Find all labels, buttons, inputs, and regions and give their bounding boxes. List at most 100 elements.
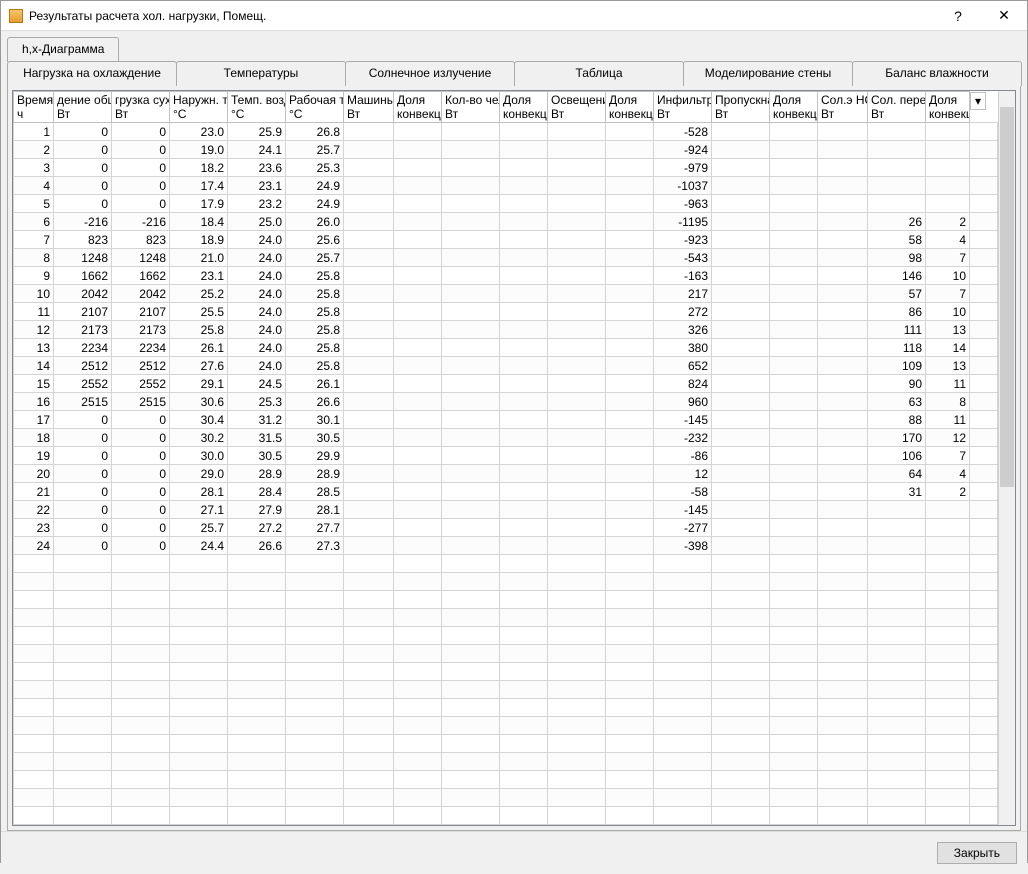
col-header[interactable]: Сол.э НСВт [818,92,868,123]
col-header[interactable]: Кол-во чел.Вт [442,92,500,123]
table-row[interactable]: 112107210725.524.025.82728610 [14,303,998,321]
table-row[interactable] [14,591,998,609]
cell [818,357,868,375]
tab-4[interactable]: Моделирование стены [683,61,853,86]
cell [500,195,548,213]
col-header[interactable]: Доляконвекц [606,92,654,123]
table-row[interactable] [14,735,998,753]
cell: 24.1 [228,141,286,159]
table-row[interactable]: 122173217325.824.025.832611113 [14,321,998,339]
col-header[interactable]: Наружн. те°C [170,92,228,123]
table-row[interactable] [14,717,998,735]
table-row[interactable]: 81248124821.024.025.7-543987 [14,249,998,267]
cell [500,141,548,159]
cell: -924 [654,141,712,159]
table-row[interactable] [14,789,998,807]
cell [442,357,500,375]
cell: 0 [112,429,170,447]
col-header[interactable]: МашиныВт [344,92,394,123]
tab-3[interactable]: Таблица [514,61,684,86]
cell [548,465,606,483]
help-button[interactable]: ? [935,1,981,31]
cell [770,411,818,429]
data-grid[interactable]: Времячдение общ.Втгрузка сух.ВтНаружн. т… [13,91,998,825]
col-header[interactable]: Доляконвекц [500,92,548,123]
table-row[interactable]: 142512251227.624.025.865210913 [14,357,998,375]
table-row[interactable]: 200029.028.928.912644 [14,465,998,483]
table-row[interactable] [14,627,998,645]
table-row[interactable]: 102042204225.224.025.8217577 [14,285,998,303]
close-button[interactable]: ✕ [981,1,1027,31]
cell [442,375,500,393]
cell: 24.0 [228,267,286,285]
table-row[interactable]: 180030.231.530.5-23217012 [14,429,998,447]
col-header[interactable]: дение общ.Вт [54,92,112,123]
cell: 11 [926,375,970,393]
cell [712,159,770,177]
cell [344,213,394,231]
table-row[interactable]: 91662166223.124.025.8-16314610 [14,267,998,285]
table-row[interactable] [14,555,998,573]
cell [818,123,868,141]
tab-2[interactable]: Солнечное излучение [345,61,515,86]
table-row[interactable]: 50017.923.224.9-963 [14,195,998,213]
cell: 30.2 [170,429,228,447]
table-row[interactable]: 162515251530.625.326.6960638 [14,393,998,411]
col-header[interactable]: ПропускнаВт [712,92,770,123]
close-dialog-button[interactable]: Закрыть [937,842,1017,864]
col-header[interactable]: Времяч [14,92,54,123]
col-header[interactable]: Темп. возд°C [228,92,286,123]
table-row[interactable]: 152552255229.124.526.18249011 [14,375,998,393]
col-header[interactable]: ИнфильтраВт [654,92,712,123]
table-row[interactable] [14,663,998,681]
table-row[interactable]: 190030.030.529.9-861067 [14,447,998,465]
lower-tabs: Нагрузка на охлаждениеТемпературыСолнечн… [7,61,1021,86]
table-row[interactable]: 220027.127.928.1-145 [14,501,998,519]
table-row[interactable]: 40017.423.124.9-1037 [14,177,998,195]
col-header[interactable]: Сол. передВт [868,92,926,123]
cell: 28.4 [228,483,286,501]
table-row[interactable]: 6-216-21618.425.026.0-1195262 [14,213,998,231]
vertical-scrollbar[interactable] [998,91,1015,825]
cell: 26.1 [170,339,228,357]
table-row[interactable]: 20019.024.125.7-924 [14,141,998,159]
tab-5[interactable]: Баланс влажности [852,61,1022,86]
col-header[interactable]: ОсвещениеВт [548,92,606,123]
col-header[interactable]: Рабочая те°C [286,92,344,123]
scrollbar-thumb[interactable] [1000,107,1014,487]
cell [606,447,654,465]
col-header[interactable]: грузка сух.Вт [112,92,170,123]
table-row[interactable]: 230025.727.227.7-277 [14,519,998,537]
table-row[interactable] [14,807,998,825]
cell: 2173 [112,321,170,339]
tab-0[interactable]: Нагрузка на охлаждение [7,61,177,86]
col-header[interactable]: Доляконвекц [926,92,970,123]
tab-hx-diagram[interactable]: h,x-Диаграмма [7,37,119,62]
table-row[interactable]: 240024.426.627.3-398 [14,537,998,555]
cell [712,393,770,411]
cell: 25.7 [170,519,228,537]
tab-1[interactable]: Температуры [176,61,346,86]
table-row[interactable] [14,681,998,699]
table-row[interactable] [14,699,998,717]
table-row[interactable] [14,573,998,591]
cell [770,123,818,141]
col-header[interactable]: Доляконвекц [394,92,442,123]
cell: 17 [14,411,54,429]
cell [606,231,654,249]
table-row[interactable] [14,609,998,627]
cell: -923 [654,231,712,249]
col-header[interactable]: Доляконвекц [770,92,818,123]
table-row[interactable] [14,645,998,663]
table-row[interactable]: 210028.128.428.5-58312 [14,483,998,501]
cell: 4 [14,177,54,195]
table-row[interactable]: 132234223426.124.025.838011814 [14,339,998,357]
table-row[interactable] [14,753,998,771]
table-row[interactable] [14,771,998,789]
table-row[interactable]: 782382318.924.025.6-923584 [14,231,998,249]
table-row[interactable]: 30018.223.625.3-979 [14,159,998,177]
table-row[interactable]: 170030.431.230.1-1458811 [14,411,998,429]
column-menu-icon[interactable]: ▾ [970,92,986,110]
table-row[interactable]: 10023.025.926.8-528 [14,123,998,141]
cell [926,123,970,141]
